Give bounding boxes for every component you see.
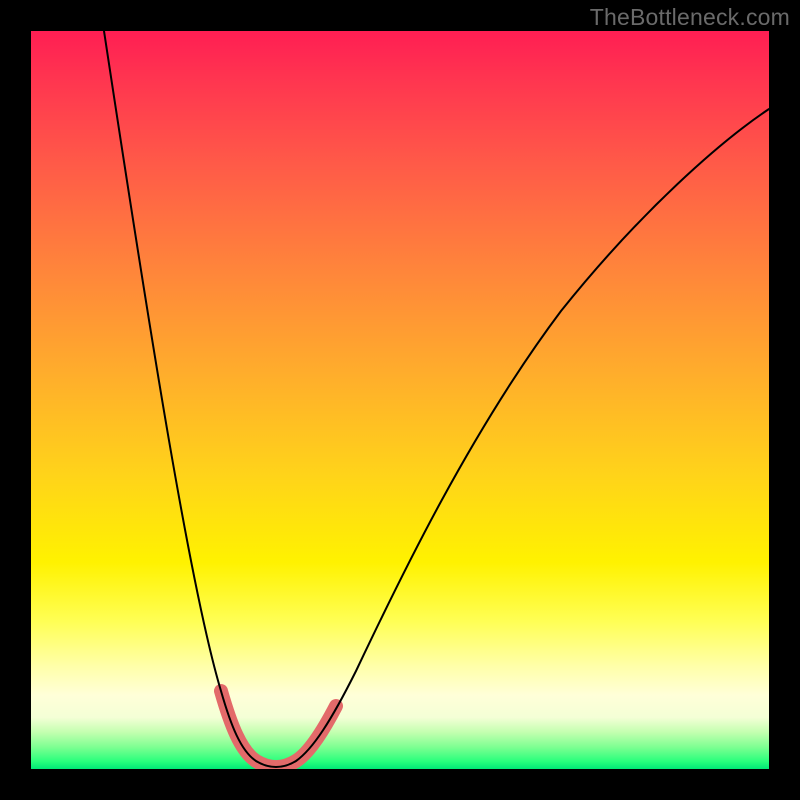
watermark-text: TheBottleneck.com [590,4,790,31]
plot-area [31,31,769,769]
curve-layer [31,31,769,769]
main-curve [104,31,769,767]
chart-frame: TheBottleneck.com [0,0,800,800]
highlight-segment [221,691,336,767]
